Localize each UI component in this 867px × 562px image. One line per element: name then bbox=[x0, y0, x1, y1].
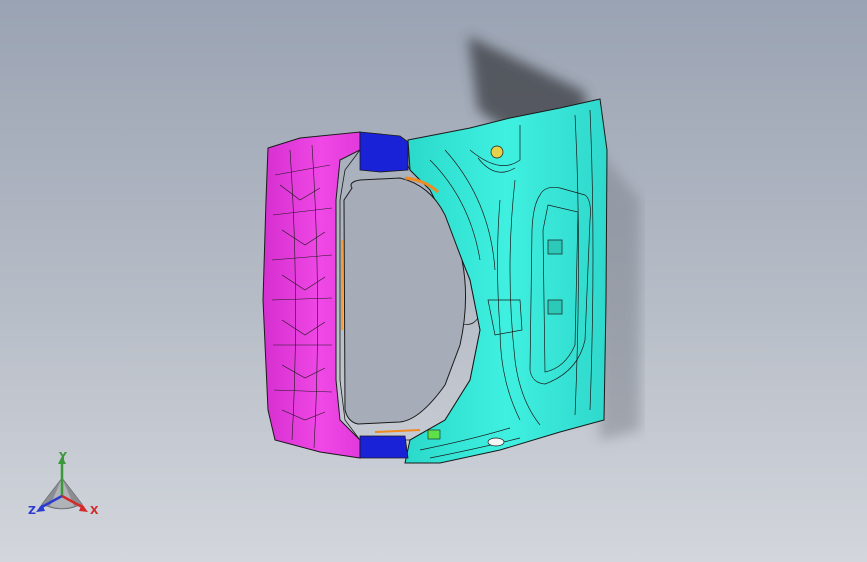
bumper-pad bbox=[427, 429, 441, 440]
seal-strip-bottom bbox=[374, 429, 421, 433]
model-canvas[interactable] bbox=[0, 0, 867, 562]
hinge-bracket-top bbox=[359, 131, 409, 173]
latch-cutout bbox=[487, 437, 505, 447]
triad-x-label: X bbox=[90, 504, 99, 517]
handle-recess-upper bbox=[547, 239, 563, 255]
triad-z-label: Z bbox=[28, 504, 36, 517]
emblem-mount bbox=[490, 145, 504, 159]
view-triad[interactable]: Y X Z bbox=[22, 448, 104, 524]
hinge-bracket-bottom bbox=[359, 435, 409, 459]
triad-y-label: Y bbox=[59, 450, 67, 463]
graphics-viewport[interactable]: Y X Z bbox=[0, 0, 867, 562]
handle-recess-lower bbox=[547, 299, 563, 315]
